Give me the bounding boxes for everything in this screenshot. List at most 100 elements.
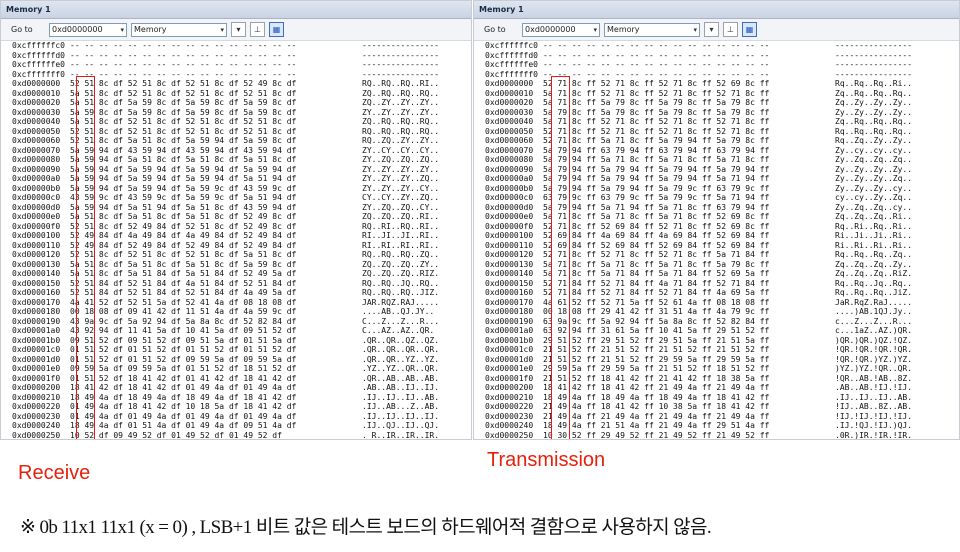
memory-type-select[interactable]: Memory ▾ xyxy=(604,22,700,37)
memory-row[interactable]: 0xd00001d0 21 51 52 ff 21 51 52 ff 29 59 … xyxy=(485,355,959,365)
memory-row[interactable]: 0xd0000030 5a 59 8c df 5a 59 8c df 5a 59 … xyxy=(12,108,471,118)
memory-row[interactable]: 0xd0000080 5a 79 94 ff 5a 71 8c ff 5a 71 … xyxy=(485,155,959,165)
memory-row[interactable]: 0xd00000c0 43 59 9c df 43 59 9c df 5a 59 … xyxy=(12,193,471,203)
memory-row[interactable]: 0xd0000110 52 49 84 df 52 49 84 df 52 49 … xyxy=(12,241,471,251)
memory-row[interactable]: 0xd0000160 52 51 84 df 52 51 84 df 52 51 … xyxy=(12,288,471,298)
memory-row[interactable]: 0xd0000080 5a 59 94 df 5a 51 8c df 5a 51 … xyxy=(12,155,471,165)
address-input[interactable]: 0xd0000000 ▾ xyxy=(49,22,127,37)
memory-row[interactable]: 0xd0000050 52 71 8c ff 52 71 8c ff 52 71 … xyxy=(485,127,959,137)
column-layout-button[interactable]: ▦ xyxy=(742,22,757,37)
memory-row[interactable]: 0xd0000170 4a 61 52 ff 52 71 5a ff 52 61 … xyxy=(485,298,959,308)
memory-row[interactable]: 0xd00000d0 5a 79 94 ff 5a 71 94 ff 5a 71 … xyxy=(485,203,959,213)
memory-row[interactable]: 0xd0000070 5a 59 94 df 43 59 94 df 43 59 … xyxy=(12,146,471,156)
memory-row[interactable]: 0xd0000020 5a 71 8c ff 5a 79 8c ff 5a 79 … xyxy=(485,98,959,108)
memory-row[interactable]: 0xd0000200 18 41 42 df 18 41 42 df 01 49 … xyxy=(12,383,471,393)
memory-row[interactable]: 0xd00001c0 01 51 52 df 01 51 52 df 01 51 … xyxy=(12,345,471,355)
memory-row[interactable]: 0xd0000220 01 49 4a df 18 41 42 df 10 18 … xyxy=(12,402,471,412)
memory-row[interactable]: 0xd00001c0 21 51 52 ff 21 51 52 ff 21 51 … xyxy=(485,345,959,355)
memory-row[interactable]: 0xd0000140 5a 71 8c ff 5a 71 84 ff 5a 71 … xyxy=(485,269,959,279)
memory-row[interactable]: 0xd00001a0 43 92 94 df 11 41 5a df 10 41 … xyxy=(12,326,471,336)
row-hex-bytes: 5a 51 8c df 5a 59 8c df 5a 59 8c df 5a 5… xyxy=(70,98,297,107)
memory-row[interactable]: 0xd0000000 52 71 8c ff 52 71 8c ff 52 71 … xyxy=(485,79,959,89)
memory-row[interactable]: 0xd0000150 52 71 84 ff 52 71 84 ff 4a 71 … xyxy=(485,279,959,289)
memory-row[interactable]: 0xd00000e0 5a 51 8c df 5a 51 8c df 5a 51 … xyxy=(12,212,471,222)
memory-row[interactable]: 0xd0000090 5a 59 94 df 5a 59 94 df 5a 59 … xyxy=(12,165,471,175)
memory-row[interactable]: 0xd0000060 52 51 8c df 5a 51 8c df 5a 59 … xyxy=(12,136,471,146)
memory-row[interactable]: 0xd00000a0 5a 79 94 ff 5a 79 94 ff 5a 79 … xyxy=(485,174,959,184)
memory-row[interactable]: 0xd00001b0 09 51 52 df 09 51 52 df 09 51 … xyxy=(12,336,471,346)
column-layout-button[interactable]: ▦ xyxy=(269,22,284,37)
memory-row[interactable]: 0xd0000240 18 49 4a df 01 51 4a df 01 49 … xyxy=(12,421,471,431)
memory-dump[interactable]: 0xcffffffc0 -- -- -- -- -- -- -- -- -- --… xyxy=(1,41,471,439)
memory-row[interactable]: 0xd0000210 18 49 4a ff 18 49 4a ff 18 49 … xyxy=(485,393,959,403)
memory-row[interactable]: 0xd0000170 4a 41 52 df 52 51 5a df 52 41 … xyxy=(12,298,471,308)
memory-row[interactable]: 0xd0000250 10 30 52 ff 29 49 52 ff 21 49 … xyxy=(485,431,959,440)
memory-row[interactable]: 0xcffffffd0 -- -- -- -- -- -- -- -- -- --… xyxy=(485,51,959,61)
row-address: 0xd00000d0 xyxy=(485,202,534,212)
memory-row[interactable]: 0xd0000020 5a 51 8c df 5a 59 8c df 5a 59 … xyxy=(12,98,471,108)
memory-row[interactable]: 0xd00000f0 52 51 8c df 52 49 84 df 52 51 … xyxy=(12,222,471,232)
memory-row[interactable]: 0xd00001f0 01 51 52 df 18 41 42 df 01 41 … xyxy=(12,374,471,384)
memory-row[interactable]: 0xd00001f0 21 51 52 ff 18 41 42 ff 21 41 … xyxy=(485,374,959,384)
memory-row[interactable]: 0xd00000a0 5a 59 94 df 5a 59 94 df 5a 59 … xyxy=(12,174,471,184)
memory-row[interactable]: 0xd00000f0 52 71 8c ff 52 69 84 ff 52 71 … xyxy=(485,222,959,232)
memory-row[interactable]: 0xcffffffd0 -- -- -- -- -- -- -- -- -- --… xyxy=(12,51,471,61)
memory-dump[interactable]: 0xcffffffc0 -- -- -- -- -- -- -- -- -- --… xyxy=(474,41,959,439)
memory-row[interactable]: 0xd0000000 52 51 8c df 52 51 8c df 52 51 … xyxy=(12,79,471,89)
memory-row[interactable]: 0xd00000b0 5a 79 94 ff 5a 79 94 ff 5a 79 … xyxy=(485,184,959,194)
address-input[interactable]: 0xd0000000 ▾ xyxy=(522,22,600,37)
memory-row[interactable]: 0xd00001e0 09 59 5a df 09 59 5a df 01 51 … xyxy=(12,364,471,374)
memory-row[interactable]: 0xd0000190 63 9a 9c ff 5a 92 94 ff 5a 8a … xyxy=(485,317,959,327)
memory-row[interactable]: 0xd0000120 52 51 8c df 52 51 8c df 52 51 … xyxy=(12,250,471,260)
go-to-start-button[interactable]: ⊥ xyxy=(250,22,265,37)
memory-row[interactable]: 0xd00000e0 5a 71 8c ff 5a 71 8c ff 5a 71 … xyxy=(485,212,959,222)
memory-type-select[interactable]: Memory ▾ xyxy=(131,22,227,37)
memory-row[interactable]: 0xd00000b0 5a 59 94 df 5a 59 94 df 5a 59 … xyxy=(12,184,471,194)
options-dropdown-button[interactable]: ▾ xyxy=(231,22,246,37)
memory-row[interactable]: 0xd0000230 01 49 4a df 01 49 4a df 01 49 … xyxy=(12,412,471,422)
memory-row[interactable]: 0xd0000250 10 52 df 09 49 52 df 01 49 52 … xyxy=(12,431,471,440)
row-hex-bytes: 5a 51 8c df 52 51 8c df 52 51 8c df 52 5… xyxy=(70,117,297,126)
memory-row[interactable]: 0xd00001a0 63 92 94 ff 31 61 5a ff 10 41 … xyxy=(485,326,959,336)
memory-row[interactable]: 0xd0000160 52 71 84 ff 52 71 84 ff 52 71 … xyxy=(485,288,959,298)
memory-row[interactable]: 0xcfffffff0 -- -- -- -- -- -- -- -- -- --… xyxy=(12,70,471,80)
memory-row[interactable]: 0xd0000140 5a 51 8c df 5a 51 84 df 5a 51 … xyxy=(12,269,471,279)
memory-row[interactable]: 0xd0000150 52 51 84 df 52 51 84 df 4a 51 … xyxy=(12,279,471,289)
memory-row[interactable]: 0xd0000060 52 71 8c ff 5a 71 8c ff 5a 79 … xyxy=(485,136,959,146)
go-to-start-button[interactable]: ⊥ xyxy=(723,22,738,37)
memory-row[interactable]: 0xd00000d0 5a 59 94 df 5a 51 94 df 5a 51 … xyxy=(12,203,471,213)
memory-row[interactable]: 0xd0000100 52 69 84 ff 4a 69 84 ff 4a 69 … xyxy=(485,231,959,241)
memory-row[interactable]: 0xd0000030 5a 79 8c ff 5a 79 8c ff 5a 79 … xyxy=(485,108,959,118)
memory-row[interactable]: 0xd0000120 52 71 8c ff 52 71 8c ff 52 71 … xyxy=(485,250,959,260)
memory-row[interactable]: 0xd0000040 5a 51 8c df 52 51 8c df 52 51 … xyxy=(12,117,471,127)
memory-row[interactable]: 0xd0000070 5a 79 94 ff 63 79 94 ff 63 79 … xyxy=(485,146,959,156)
memory-row[interactable]: 0xd0000090 5a 79 94 ff 5a 79 94 ff 5a 79 … xyxy=(485,165,959,175)
memory-row[interactable]: 0xd0000110 52 69 84 ff 52 69 84 ff 52 69 … xyxy=(485,241,959,251)
memory-row[interactable]: 0xd0000200 18 41 42 ff 18 41 42 ff 21 49 … xyxy=(485,383,959,393)
memory-row[interactable]: 0xd0000180 00 18 08 ff 29 41 42 ff 31 51 … xyxy=(485,307,959,317)
memory-row[interactable]: 0xd0000100 52 49 84 df 4a 49 84 df 4a 49 … xyxy=(12,231,471,241)
memory-row[interactable]: 0xd00001d0 01 51 52 df 01 51 52 df 09 59 … xyxy=(12,355,471,365)
memory-row[interactable]: 0xd00001e0 29 59 5a ff 29 59 5a ff 21 51 … xyxy=(485,364,959,374)
memory-row[interactable]: 0xd0000180 00 18 08 df 09 41 42 df 11 51 … xyxy=(12,307,471,317)
memory-row[interactable]: 0xd0000010 5a 71 8c ff 52 71 8c ff 52 71 … xyxy=(485,89,959,99)
memory-row[interactable]: 0xd0000240 18 49 4a ff 21 51 4a ff 21 49 … xyxy=(485,421,959,431)
memory-row[interactable]: 0xd0000190 43 9a 9c df 5a 92 94 df 5a 8a … xyxy=(12,317,471,327)
memory-row[interactable]: 0xcffffffe0 -- -- -- -- -- -- -- -- -- --… xyxy=(12,60,471,70)
memory-row[interactable]: 0xd0000040 5a 71 8c ff 52 71 8c ff 52 71 … xyxy=(485,117,959,127)
memory-row[interactable]: 0xd0000210 18 49 4a df 18 49 4a df 18 49 … xyxy=(12,393,471,403)
memory-row[interactable]: 0xcffffffe0 -- -- -- -- -- -- -- -- -- --… xyxy=(485,60,959,70)
memory-row[interactable]: 0xd0000230 21 49 4a ff 21 49 4a ff 21 49 … xyxy=(485,412,959,422)
memory-row[interactable]: 0xcfffffff0 -- -- -- -- -- -- -- -- -- --… xyxy=(485,70,959,80)
memory-row[interactable]: 0xd0000220 21 49 4a ff 18 41 42 ff 10 38 … xyxy=(485,402,959,412)
memory-row[interactable]: 0xcffffffc0 -- -- -- -- -- -- -- -- -- --… xyxy=(12,41,471,51)
memory-row[interactable]: 0xd00000c0 63 79 9c ff 63 79 9c ff 5a 79 … xyxy=(485,193,959,203)
memory-row[interactable]: 0xd00001b0 29 51 52 ff 29 51 52 ff 29 51 … xyxy=(485,336,959,346)
row-address: 0xd0000040 xyxy=(485,117,534,126)
memory-row[interactable]: 0xd0000010 5a 51 8c df 52 51 8c df 52 51 … xyxy=(12,89,471,99)
memory-row[interactable]: 0xcffffffc0 -- -- -- -- -- -- -- -- -- --… xyxy=(485,41,959,51)
options-dropdown-button[interactable]: ▾ xyxy=(704,22,719,37)
memory-row[interactable]: 0xd0000050 52 51 8c df 52 51 8c df 52 51 … xyxy=(12,127,471,137)
memory-row[interactable]: 0xd0000130 5a 51 8c df 5a 51 8c df 5a 51 … xyxy=(12,260,471,270)
memory-row[interactable]: 0xd0000130 5a 71 8c ff 5a 71 8c ff 5a 71 … xyxy=(485,260,959,270)
